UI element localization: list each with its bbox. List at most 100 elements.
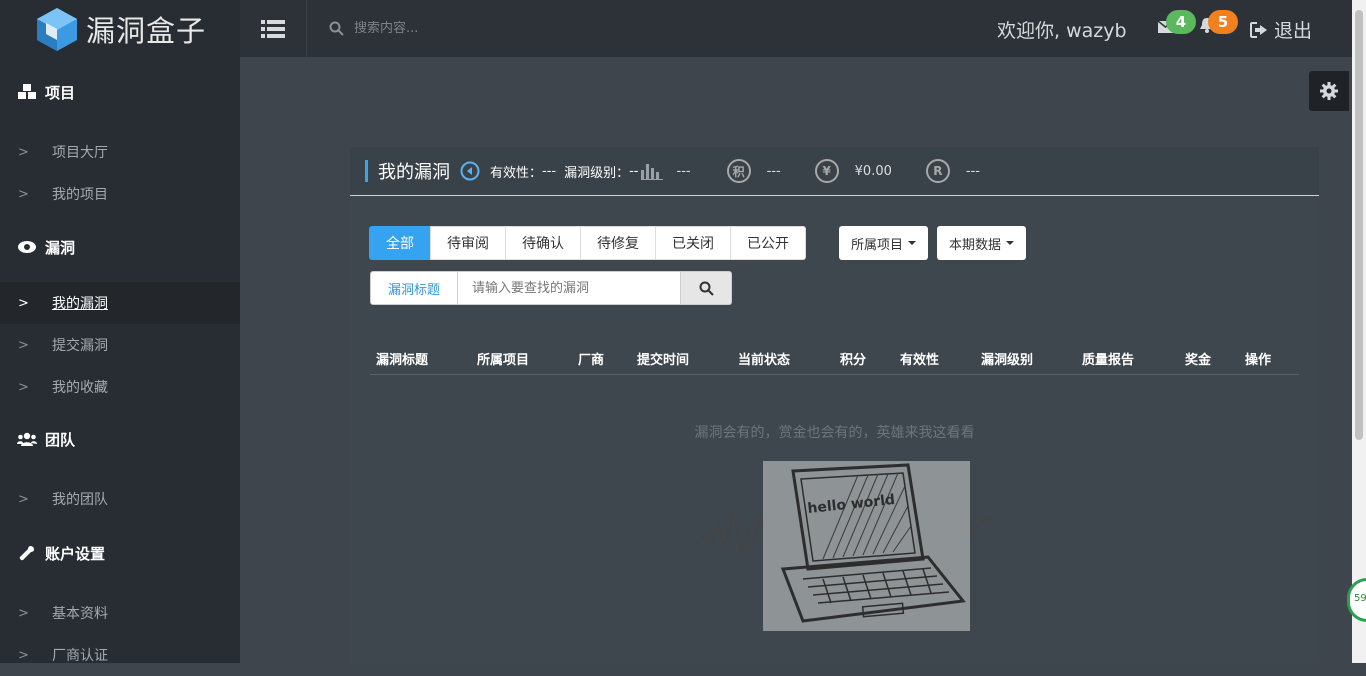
column-header[interactable]: 积分 xyxy=(840,349,866,368)
scrollbar-thumb[interactable] xyxy=(1355,10,1363,440)
laptop-icon: hello world xyxy=(763,461,970,631)
sidebar-section-vulns[interactable]: 漏洞 xyxy=(0,222,240,272)
sidebar-section-label: 项目 xyxy=(45,83,76,102)
laptop-illustration: hello world xyxy=(763,461,970,631)
column-header[interactable]: 操作 xyxy=(1245,349,1271,368)
vuln-search-input[interactable] xyxy=(458,271,681,305)
chevron-right-icon: > xyxy=(18,295,29,311)
sidebar-item-label: 厂商认证 xyxy=(52,648,108,664)
chevron-right-icon: > xyxy=(18,379,29,395)
column-header[interactable]: 质量报告 xyxy=(1082,349,1134,368)
bar-chart-icon xyxy=(640,164,663,180)
column-header[interactable]: 漏洞标题 xyxy=(376,349,428,368)
sidebar-item-my-projects[interactable]: > 我的项目 xyxy=(0,173,240,215)
sidebar-item-basic-info[interactable]: > 基本资料 xyxy=(0,592,240,634)
sidebar-section-label: 漏洞 xyxy=(45,238,76,257)
tab-pending-review[interactable]: 待审阅 xyxy=(430,226,506,260)
cube-logo-icon xyxy=(37,7,77,51)
sidebar-section-label: 账户设置 xyxy=(45,544,106,563)
chevron-right-icon: > xyxy=(18,144,29,160)
tab-all[interactable]: 全部 xyxy=(369,226,431,260)
floating-speed-widget[interactable]: 59 xyxy=(1347,578,1366,622)
column-header[interactable]: 提交时间 xyxy=(637,349,689,368)
sidebar-section-label: 团队 xyxy=(45,430,76,449)
users-icon xyxy=(17,432,37,446)
sidebar-item-label: 基本资料 xyxy=(52,606,108,622)
list-icon xyxy=(261,19,285,38)
sidebar-item-label: 我的漏洞 xyxy=(52,296,108,312)
chevron-right-icon: > xyxy=(18,186,29,202)
column-header[interactable]: 漏洞级别 xyxy=(981,349,1033,368)
column-header[interactable]: 所属项目 xyxy=(477,349,529,368)
sidebar-item-label: 提交漏洞 xyxy=(52,338,108,354)
notifications-button[interactable]: 5 xyxy=(1200,10,1238,37)
vuln-search-button[interactable] xyxy=(681,271,732,305)
play-circle-icon[interactable] xyxy=(460,161,480,181)
menu-toggle-button[interactable] xyxy=(240,0,307,57)
validity-value: --- xyxy=(542,163,557,179)
logo[interactable]: 漏洞盒子 xyxy=(0,0,240,57)
column-header[interactable]: 厂商 xyxy=(578,349,604,368)
bounty-value: ¥0.00 xyxy=(854,163,892,179)
vuln-search-field-label[interactable]: 漏洞标题 xyxy=(370,271,458,305)
notifications-count-badge: 5 xyxy=(1208,10,1238,34)
points-coin-icon: 积 xyxy=(726,159,751,183)
sidebar-item-label: 我的团队 xyxy=(52,492,108,508)
chevron-right-icon: > xyxy=(18,605,29,621)
eye-icon xyxy=(17,241,37,253)
column-header[interactable]: 当前状态 xyxy=(738,349,790,368)
my-vulns-panel: 我的漏洞 有效性： --- 漏洞级别： -- --- 积 --- ¥ ¥0.00… xyxy=(350,147,1319,663)
sidebar-item-vendor-cert[interactable]: > 厂商认证 xyxy=(0,634,240,676)
messages-count-badge: 4 xyxy=(1166,10,1196,34)
search-icon xyxy=(699,281,714,296)
topbar: 欢迎你, wazyb 4 5 退出 xyxy=(240,0,1352,57)
page-title: 我的漏洞 xyxy=(378,162,450,183)
search-icon xyxy=(329,21,344,36)
project-filter-dropdown[interactable]: 所属项目 xyxy=(839,226,929,260)
sidebar-section-account[interactable]: 账户设置 xyxy=(0,528,240,578)
cubes-icon xyxy=(17,84,37,100)
caret-down-icon xyxy=(908,241,917,245)
period-filter-dropdown[interactable]: 本期数据 xyxy=(937,226,1027,260)
sidebar-section-projects[interactable]: 项目 xyxy=(0,67,240,117)
tab-pending-fix[interactable]: 待修复 xyxy=(580,226,656,260)
page-scrollbar[interactable] xyxy=(1352,0,1366,663)
logout-label: 退出 xyxy=(1274,20,1313,42)
panel-header: 我的漏洞 有效性： --- 漏洞级别： -- --- 积 --- ¥ ¥0.00… xyxy=(350,147,1319,196)
chevron-right-icon: > xyxy=(18,337,29,353)
status-tabs: 全部 待审阅 待确认 待修复 已关闭 已公开 xyxy=(369,226,806,260)
global-search-input[interactable] xyxy=(354,21,654,36)
sidebar-item-label: 我的收藏 xyxy=(52,380,108,396)
column-header[interactable]: 奖金 xyxy=(1185,349,1211,368)
sidebar-item-project-hall[interactable]: > 项目大厅 xyxy=(0,131,240,173)
level-value: -- xyxy=(629,163,639,179)
global-search xyxy=(307,21,907,36)
logo-text: 漏洞盒子 xyxy=(86,13,207,48)
logout-button[interactable]: 退出 xyxy=(1250,16,1312,43)
tab-pending-confirm[interactable]: 待确认 xyxy=(505,226,581,260)
gear-icon xyxy=(1320,82,1338,100)
level-count-value: --- xyxy=(676,163,691,179)
r-value: --- xyxy=(965,163,980,179)
sidebar-item-my-team[interactable]: > 我的团队 xyxy=(0,478,240,520)
sidebar-item-favorites[interactable]: > 我的收藏 xyxy=(0,366,240,408)
sidebar-item-my-vulns[interactable]: > 我的漏洞 xyxy=(0,282,240,324)
level-label: 漏洞级别： xyxy=(564,165,630,181)
tab-public[interactable]: 已公开 xyxy=(730,226,806,260)
caret-down-icon xyxy=(1006,241,1015,245)
yuan-coin-icon: ¥ xyxy=(814,159,839,183)
validity-stat: 有效性： --- xyxy=(490,162,556,181)
messages-button[interactable]: 4 xyxy=(1157,10,1196,37)
points-value: --- xyxy=(766,163,781,179)
sidebar-item-label: 我的项目 xyxy=(52,187,108,203)
sidebar-item-label: 项目大厅 xyxy=(52,145,108,161)
sidebar-item-submit-vuln[interactable]: > 提交漏洞 xyxy=(0,324,240,366)
sidebar-section-team[interactable]: 团队 xyxy=(0,414,240,464)
table-header: 漏洞标题 所属项目 厂商 提交时间 当前状态 积分 有效性 漏洞级别 质量报告 … xyxy=(370,340,1299,375)
welcome-text: 欢迎你, wazyb xyxy=(997,20,1127,42)
title-accent-bar xyxy=(365,160,368,182)
settings-toggle-button[interactable] xyxy=(1309,71,1349,111)
period-filter-label: 本期数据 xyxy=(949,237,1002,253)
tab-closed[interactable]: 已关闭 xyxy=(655,226,731,260)
column-header[interactable]: 有效性 xyxy=(900,349,939,368)
